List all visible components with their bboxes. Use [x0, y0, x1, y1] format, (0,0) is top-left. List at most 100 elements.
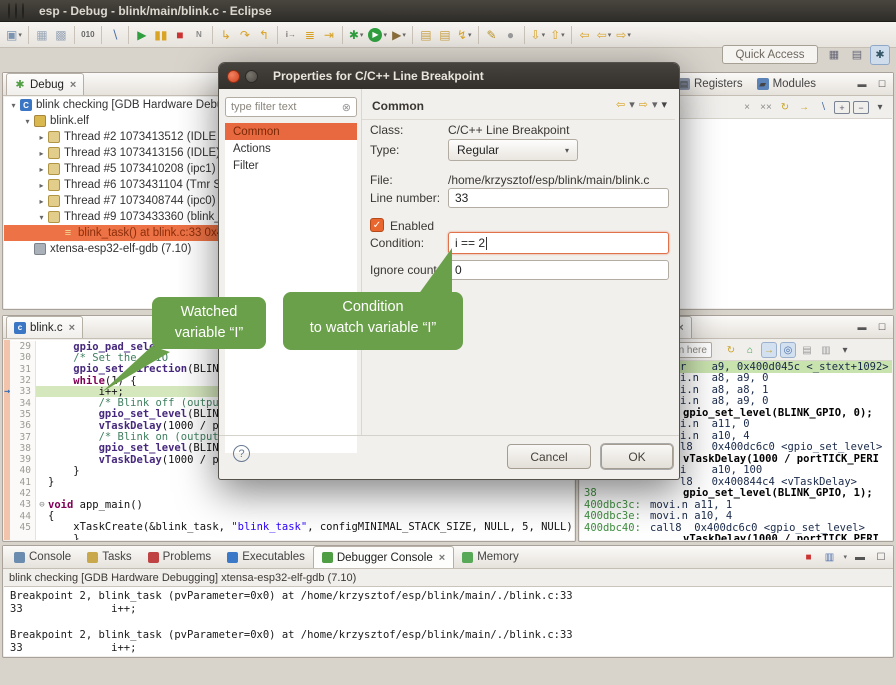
resume-icon[interactable]: ▶: [133, 25, 151, 45]
console-output[interactable]: Breakpoint 2, blink_task (pvParameter=0x…: [4, 586, 892, 656]
dropdown-arrow-icon[interactable]: ▾: [360, 31, 364, 39]
console-tab-memory[interactable]: Memory: [454, 546, 527, 568]
skip-all-breakpoints-icon[interactable]: ∖: [106, 25, 124, 45]
open-resource-icon[interactable]: ▤: [436, 25, 454, 45]
tree-expander-icon[interactable]: ▾: [8, 101, 19, 110]
minimize-icon[interactable]: ▬: [855, 77, 869, 91]
print-icon[interactable]: ▥: [818, 342, 834, 358]
dialog-minimize-button[interactable]: [245, 70, 258, 83]
dialog-close-button[interactable]: [227, 70, 240, 83]
remove-all-registers-icon[interactable]: ××: [758, 100, 774, 116]
tree-expander-icon[interactable]: ▸: [36, 165, 47, 174]
collapse-all-icon[interactable]: −: [853, 101, 869, 114]
clear-filter-icon[interactable]: ⊗: [342, 101, 351, 114]
track-expression-icon[interactable]: ◎: [780, 342, 796, 358]
suspend-icon[interactable]: ▮▮: [152, 25, 170, 45]
tab-registers[interactable]: ▤ Registers: [671, 73, 750, 95]
console-tab-tasks[interactable]: Tasks: [79, 546, 139, 568]
last-edit-location-icon[interactable]: ⇦: [576, 25, 594, 45]
tab-modules[interactable]: ▰ Modules: [750, 73, 823, 95]
tree-expander-icon[interactable]: ▾: [36, 213, 47, 222]
dropdown-arrow-icon[interactable]: ▾: [468, 31, 472, 39]
forward-menu-icon[interactable]: ▾: [652, 98, 658, 111]
previous-annotation-icon[interactable]: ⇧▾: [548, 25, 567, 45]
drop-to-frame-icon[interactable]: ≣: [301, 25, 319, 45]
tab-close-icon[interactable]: ×: [69, 322, 75, 334]
dialog-nav-actions[interactable]: Actions: [225, 140, 357, 157]
ignore-count-input[interactable]: 0: [448, 260, 669, 280]
debug-perspective-button[interactable]: ✱: [870, 45, 890, 65]
back-icon[interactable]: ⇦: [616, 98, 625, 111]
window-minimize-button[interactable]: [15, 3, 17, 19]
dropdown-arrow-icon[interactable]: ▾: [561, 31, 565, 39]
tab-debug[interactable]: ✱ Debug ×: [6, 73, 84, 95]
run-launch-icon[interactable]: ▶▾: [366, 25, 389, 45]
new-wizard-icon[interactable]: ▣▾: [4, 25, 24, 45]
open-perspective-button[interactable]: ▦: [824, 45, 844, 65]
external-tools-icon[interactable]: ▶▾: [390, 25, 408, 45]
line-number-input[interactable]: 33: [448, 188, 669, 208]
dropdown-arrow-icon[interactable]: ▾: [542, 31, 546, 39]
tree-expander-icon[interactable]: ▸: [36, 133, 47, 142]
fold-marker-icon[interactable]: ⊖: [36, 499, 48, 510]
dropdown-arrow-icon[interactable]: ▾: [18, 31, 22, 39]
window-close-button[interactable]: [8, 3, 10, 19]
save-icon[interactable]: ▦: [33, 25, 51, 45]
condition-input[interactable]: i == 2: [448, 232, 669, 254]
dropdown-arrow-icon[interactable]: ▾: [402, 31, 406, 39]
instruction-stepping-icon[interactable]: i→: [282, 25, 300, 45]
ok-button[interactable]: OK: [601, 444, 673, 469]
forward-icon[interactable]: ⇨▾: [614, 25, 633, 45]
save-all-icon[interactable]: ▩: [52, 25, 70, 45]
type-select[interactable]: Regular ▾: [448, 139, 578, 161]
use-step-filters-icon[interactable]: ⇥: [320, 25, 338, 45]
cpp-perspective-button[interactable]: ▤: [847, 45, 867, 65]
step-over-icon[interactable]: ↷: [236, 25, 254, 45]
dropdown-arrow-icon[interactable]: ▾: [843, 553, 847, 561]
cancel-button[interactable]: Cancel: [507, 444, 591, 469]
enabled-checkbox[interactable]: ✓: [370, 218, 384, 232]
dropdown-arrow-icon[interactable]: ▾: [707, 346, 712, 354]
console-tab-problems[interactable]: Problems: [140, 546, 220, 568]
binary-console-icon[interactable]: 010: [79, 25, 97, 45]
minimize-icon[interactable]: ▬: [852, 549, 868, 565]
mark-occurrences-icon[interactable]: ✎: [483, 25, 501, 45]
terminate-console-icon[interactable]: ■: [800, 549, 816, 565]
flash-icon[interactable]: ↯▾: [455, 25, 474, 45]
view-menu-icon[interactable]: ▾: [837, 342, 853, 358]
help-icon[interactable]: ?: [233, 445, 250, 462]
tree-expander-icon[interactable]: ▸: [36, 197, 47, 206]
breakpoint-marker-icon[interactable]: →: [4, 386, 16, 397]
next-annotation-icon[interactable]: ⇩▾: [529, 25, 548, 45]
forward-icon[interactable]: ⇨: [639, 98, 648, 111]
tree-expander-icon[interactable]: ▸: [36, 181, 47, 190]
maximize-icon[interactable]: ☐: [875, 77, 889, 91]
quick-access-button[interactable]: Quick Access: [722, 45, 818, 64]
externalize-strings-icon[interactable]: ●: [502, 25, 520, 45]
tab-blink-c[interactable]: c blink.c ×: [6, 316, 83, 338]
tree-expander-icon[interactable]: ▾: [22, 117, 33, 126]
debug-launch-icon[interactable]: ✱▾: [347, 25, 366, 45]
back-icon[interactable]: ⇦▾: [595, 25, 614, 45]
dropdown-arrow-icon[interactable]: ▾: [383, 31, 387, 39]
step-into-icon[interactable]: ↳: [217, 25, 235, 45]
restore-register-groups-icon[interactable]: ↻: [777, 100, 793, 116]
remove-selected-registers-icon[interactable]: ×: [739, 100, 755, 116]
maximize-icon[interactable]: ☐: [875, 320, 889, 334]
dialog-nav-common[interactable]: Common: [225, 123, 357, 140]
back-menu-icon[interactable]: ▾: [629, 98, 635, 111]
maximize-icon[interactable]: ☐: [873, 549, 889, 565]
link-with-active-debug-context-icon[interactable]: →: [761, 342, 777, 358]
display-selected-console-icon[interactable]: ▥: [821, 549, 837, 565]
minimize-icon[interactable]: ▬: [855, 320, 869, 334]
filter-input[interactable]: type filter text ⊗: [225, 97, 357, 117]
terminate-icon[interactable]: ■: [171, 25, 189, 45]
export-registers-icon[interactable]: →: [796, 100, 812, 116]
tree-expander-icon[interactable]: ▸: [36, 149, 47, 158]
window-maximize-button[interactable]: [22, 3, 24, 19]
view-menu-icon[interactable]: ▾: [872, 100, 888, 116]
view-menu-icon[interactable]: ▾: [661, 98, 667, 111]
filter-registers-icon[interactable]: ∖: [815, 100, 831, 116]
console-tab-console[interactable]: Console: [6, 546, 79, 568]
dropdown-arrow-icon[interactable]: ▾: [627, 31, 631, 39]
